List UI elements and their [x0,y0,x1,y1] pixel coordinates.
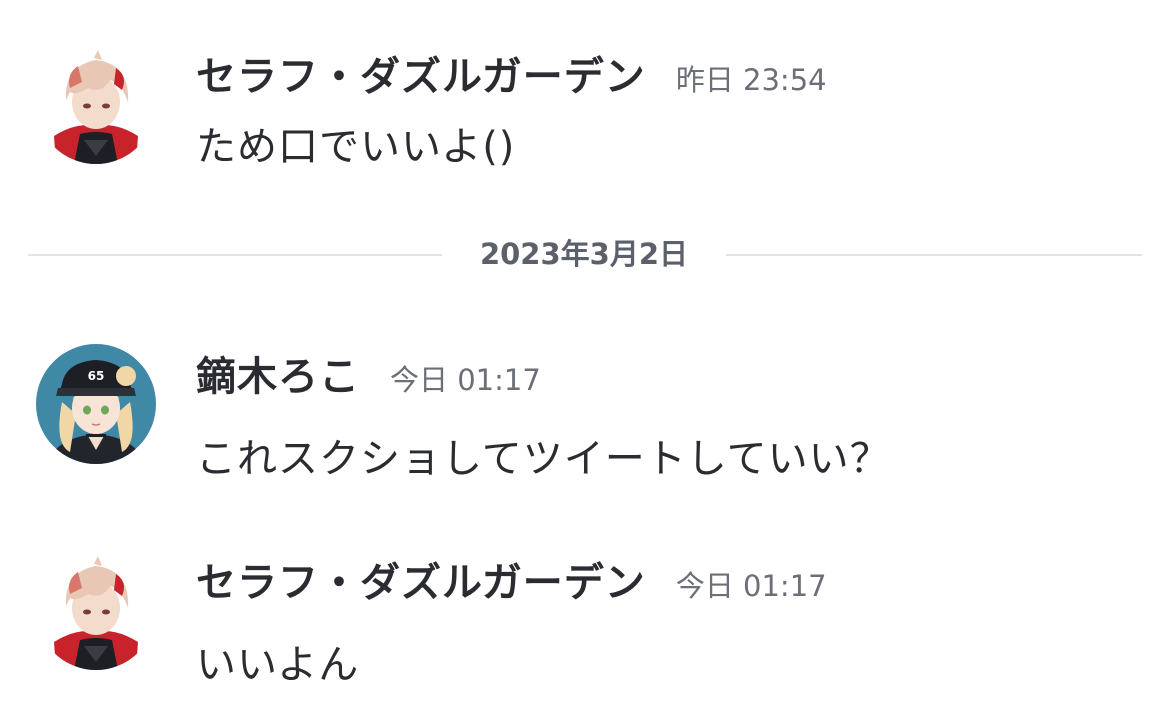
avatar[interactable] [36,44,156,164]
message-text: これスクショしてツイートしていい？ [196,436,891,482]
avatar[interactable]: 65 [36,344,156,464]
seraph-avatar-icon [36,550,156,670]
author-name[interactable]: 鏑木ろこ [196,344,360,402]
svg-text:65: 65 [88,369,105,383]
chat-log: セラフ・ダズルガーデン 昨日 23:54 ため口でいいよ() 2023年3月2日… [0,0,1169,714]
avatar[interactable] [36,550,156,670]
message-timestamp: 昨日 23:54 [675,63,827,97]
chat-message[interactable]: セラフ・ダズルガーデン 今日 01:17 いいよん [0,550,1169,688]
chat-message[interactable]: 65 鏑木ろこ 今日 01:17 これスクショしてツイートしていい？ [0,344,1169,482]
message-timestamp: 今日 01:17 [390,363,541,397]
author-name[interactable]: セラフ・ダズルガーデン [196,550,646,608]
author-name[interactable]: セラフ・ダズルガーデン [196,44,646,102]
message-text: ため口でいいよ() [196,124,516,170]
date-divider-label: 2023年3月2日 [479,237,689,271]
divider-line [726,254,1142,256]
message-timestamp: 今日 01:17 [675,569,827,603]
seraph-avatar-icon [36,44,156,164]
date-divider: 2023年3月2日 [28,234,1142,274]
message-text: いいよん [196,642,360,688]
message-header: セラフ・ダズルガーデン 今日 01:17 [196,550,827,608]
chat-message[interactable]: セラフ・ダズルガーデン 昨日 23:54 ため口でいいよ() [0,44,1169,170]
roco-avatar-icon: 65 [36,344,156,464]
message-header: 鏑木ろこ 今日 01:17 [196,344,541,402]
divider-line [28,254,442,256]
message-header: セラフ・ダズルガーデン 昨日 23:54 [196,44,827,102]
